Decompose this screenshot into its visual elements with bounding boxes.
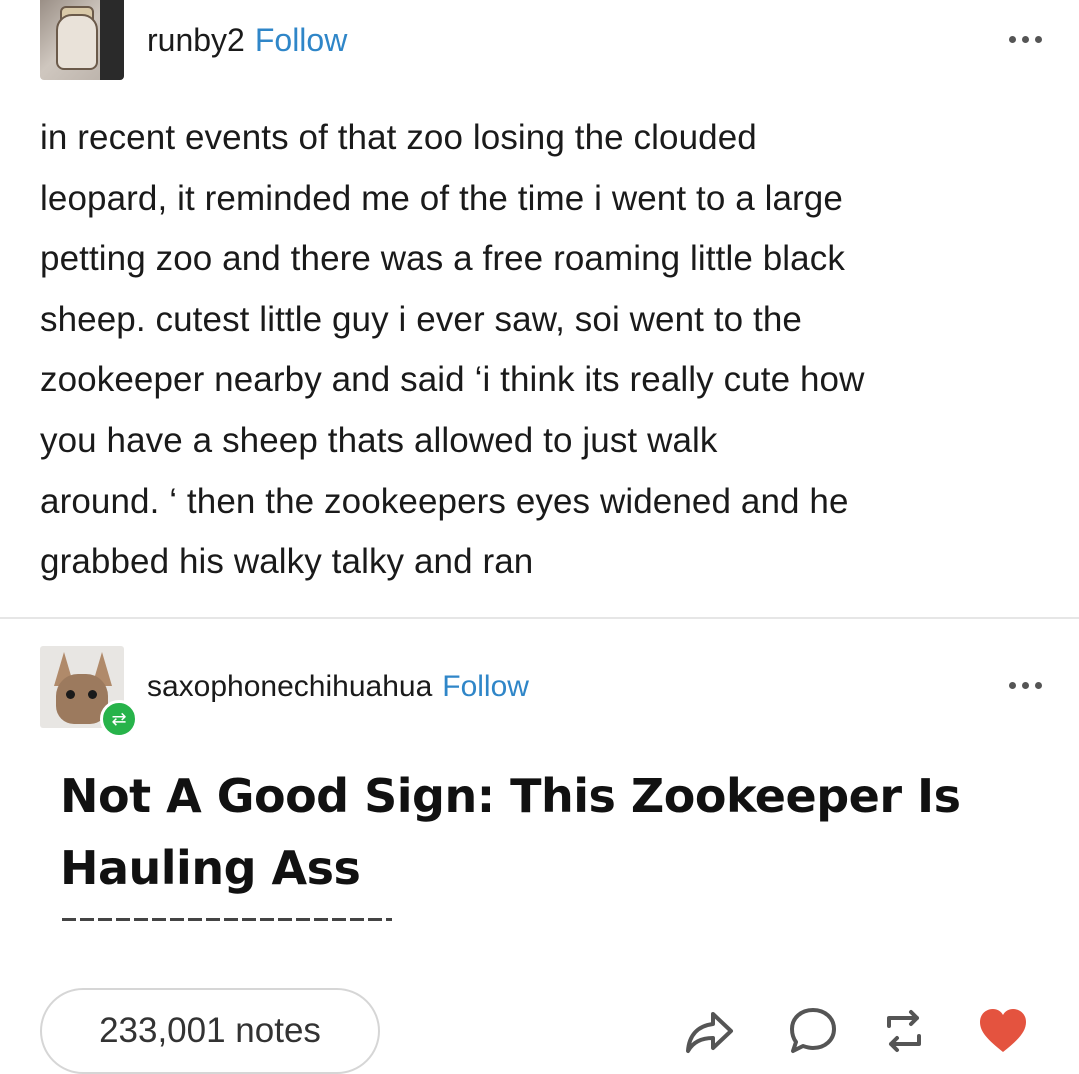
more-dot bbox=[1009, 682, 1016, 689]
post-text-line: leopard, it reminded me of the time i we… bbox=[40, 178, 843, 218]
reblog-follow-button[interactable]: Follow bbox=[442, 670, 529, 703]
reblog-username[interactable]: saxophonechihuahua Follow bbox=[147, 670, 529, 704]
notes-count: 233,001 notes bbox=[99, 1011, 321, 1050]
more-dot bbox=[1035, 682, 1042, 689]
heart-icon[interactable] bbox=[976, 1004, 1030, 1058]
headline-line: Hauling Ass bbox=[60, 841, 361, 895]
headline-line: Not A Good Sign: This Zookeeper Is bbox=[60, 769, 961, 823]
post-text-line: sheep. cutest little guy i ever saw, soi… bbox=[40, 299, 802, 339]
reblog-username-text[interactable]: saxophonechihuahua bbox=[147, 670, 432, 703]
more-dot bbox=[1022, 36, 1029, 43]
divider bbox=[0, 617, 1079, 619]
more-dot bbox=[1035, 36, 1042, 43]
avatar-eye bbox=[66, 690, 75, 699]
post-body: in recent events of that zoo losing the … bbox=[40, 108, 1050, 593]
post-text-line: around. ‘ then the zookeepers eyes widen… bbox=[40, 481, 849, 521]
avatar[interactable] bbox=[40, 0, 124, 80]
username[interactable]: runby2 Follow bbox=[147, 22, 347, 59]
cropped-text-line bbox=[62, 918, 392, 921]
avatar-eye bbox=[88, 690, 97, 699]
post-text-line: in recent events of that zoo losing the … bbox=[40, 118, 757, 157]
more-icon[interactable] bbox=[1009, 682, 1042, 689]
share-icon[interactable] bbox=[683, 1004, 737, 1058]
avatar-figure bbox=[56, 14, 98, 70]
post-header: runby2 Follow bbox=[40, 0, 1050, 82]
post-text-line: you have a sheep thats allowed to just w… bbox=[40, 420, 718, 460]
follow-button[interactable]: Follow bbox=[255, 22, 347, 58]
username-text[interactable]: runby2 bbox=[147, 22, 245, 58]
more-dot bbox=[1009, 36, 1016, 43]
post-text-line: petting zoo and there was a free roaming… bbox=[40, 239, 845, 279]
post-text-line: grabbed his walky talky and ran bbox=[40, 542, 534, 582]
reblog-icon[interactable] bbox=[877, 1004, 931, 1058]
avatar-shadow bbox=[100, 0, 124, 80]
headline: Not A Good Sign: This Zookeeper Is Hauli… bbox=[60, 760, 1040, 904]
more-dot bbox=[1022, 682, 1029, 689]
comment-icon[interactable] bbox=[786, 1004, 840, 1058]
reblog-header: ⇄ saxophonechihuahua Follow bbox=[40, 642, 1050, 738]
reblog-badge-icon: ⇄ bbox=[100, 700, 138, 738]
more-icon[interactable] bbox=[1009, 36, 1042, 43]
post-text-line: zookeeper nearby and said ‘i think its r… bbox=[40, 360, 865, 400]
notes-button[interactable]: 233,001 notes bbox=[40, 988, 380, 1074]
